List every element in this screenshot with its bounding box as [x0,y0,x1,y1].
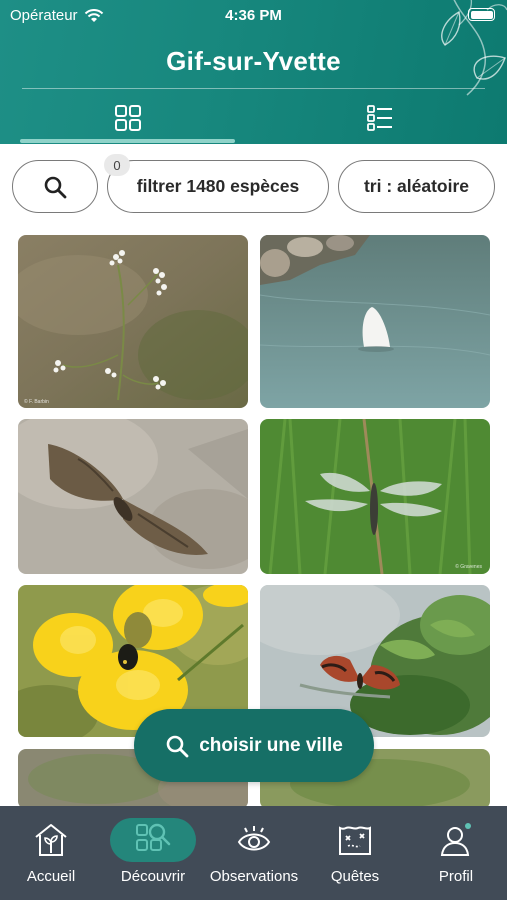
grid-view-icon [115,105,141,131]
search-icon [44,176,67,198]
photo-credit: © F. Barbin [24,399,49,405]
species-photo [260,419,490,574]
photo-credit: © Gravenes [455,564,482,570]
species-photo [18,419,248,574]
choose-city-button[interactable]: choisir une ville [134,709,374,782]
filter-count-badge: 0 [104,154,130,176]
search-button[interactable] [12,160,98,213]
map-icon [339,826,371,855]
species-card[interactable] [18,419,248,574]
header-divider [22,88,485,89]
species-card[interactable] [260,235,490,408]
sort-label: tri : aléatoire [363,176,470,196]
active-tab-indicator [20,139,235,143]
tab-quetes[interactable]: Quêtes [318,806,392,900]
species-card[interactable]: © F. Barbin [18,235,248,408]
tab-observations[interactable]: Observations [203,806,305,900]
eye-icon [237,826,271,851]
sort-button[interactable]: tri : aléatoire [338,160,495,213]
tab-label: Découvrir [120,868,186,885]
tab-grid-view[interactable] [114,104,142,132]
tab-list-view[interactable] [366,104,394,132]
species-photo [260,235,490,408]
filter-bar: filtrer 1480 espèces tri : aléatoire [0,160,507,214]
tab-decouvrir[interactable]: Découvrir [110,806,196,900]
filter-label: filtrer 1480 espèces [136,176,300,196]
grid-search-icon [136,823,171,851]
choose-city-label: choisir une ville [199,734,343,756]
tab-accueil[interactable]: Accueil [13,806,89,900]
tab-label: Accueil [26,868,76,885]
list-view-icon [367,105,392,131]
search-icon [166,735,189,757]
species-photo [18,235,248,408]
header: Opérateur 4:36 PM Gif-sur-Yvette [0,0,507,144]
person-icon [440,823,471,856]
filter-button[interactable]: filtrer 1480 espèces [107,160,329,213]
tab-label: Observations [209,868,299,885]
house-sprout-icon [35,824,67,856]
species-card[interactable]: © Gravenes [260,419,490,574]
tab-label: Profil [438,868,474,885]
bottom-tab-bar: Accueil Découvrir Observations Quêtes Pr… [0,806,507,900]
page-title: Gif-sur-Yvette [166,46,341,76]
tab-profil[interactable]: Profil [422,806,490,900]
tab-label: Quêtes [330,868,380,885]
